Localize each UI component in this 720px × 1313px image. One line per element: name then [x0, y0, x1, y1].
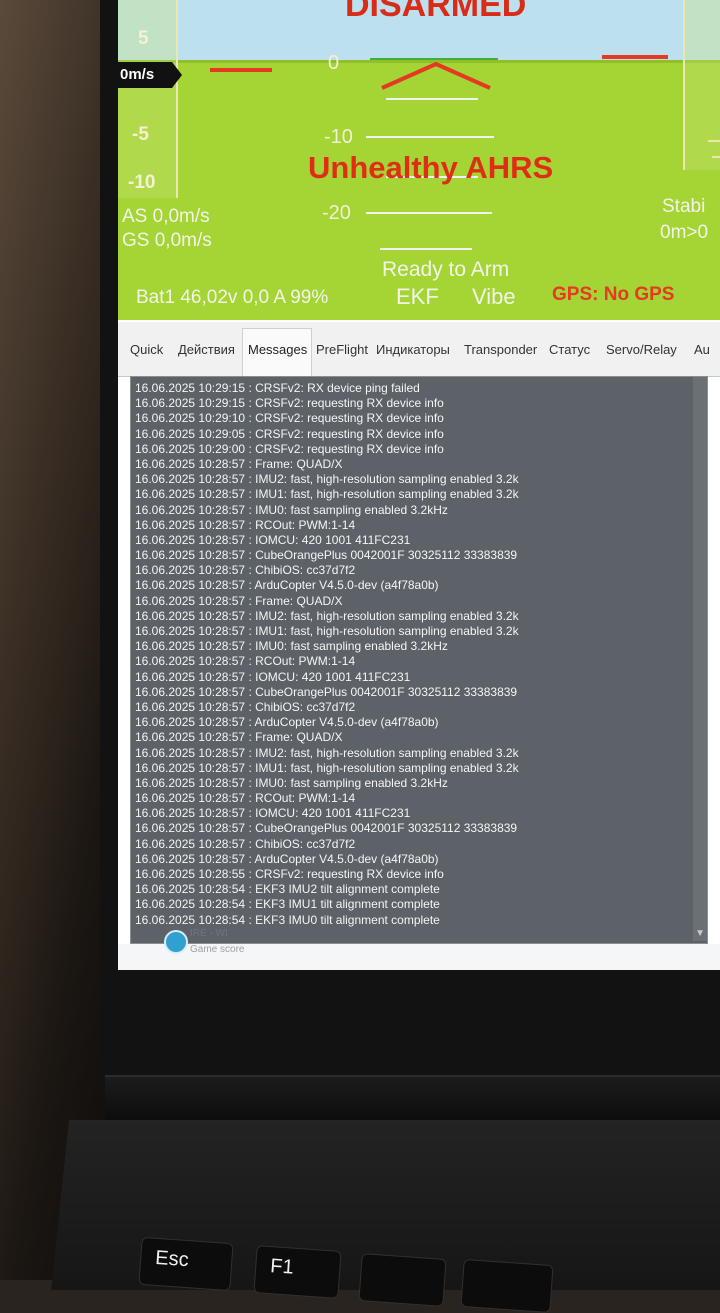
f2-key[interactable]	[358, 1253, 447, 1307]
messages-scrollbar[interactable]: ▼	[693, 377, 707, 941]
message-row: 16.06.2025 10:29:05 : CRSFv2: requesting…	[135, 426, 444, 441]
message-row: 16.06.2025 10:28:57 : IOMCU: 420 1001 41…	[135, 669, 411, 684]
message-row: 16.06.2025 10:28:57 : RCOut: PWM:1-14	[135, 654, 356, 669]
message-row: 16.06.2025 10:28:57 : IMU1: fast, high-r…	[135, 487, 519, 502]
flight-mode-text: Stabi	[662, 196, 706, 217]
message-row: 16.06.2025 10:29:15 : CRSFv2: RX device …	[135, 381, 420, 395]
aircraft-chevron-icon	[381, 61, 491, 90]
vibe-indicator[interactable]: Vibe	[472, 284, 516, 310]
message-row: 16.06.2025 10:28:57 : IMU1: fast, high-r…	[135, 760, 519, 775]
message-row: 16.06.2025 10:28:57 : ArduCopter V4.5.0-…	[135, 578, 439, 593]
f3-key[interactable]	[460, 1258, 554, 1313]
altitude-tape	[683, 0, 720, 170]
message-row: 16.06.2025 10:28:57 : Frame: QUAD/X	[135, 730, 343, 745]
pitch-line	[380, 248, 472, 250]
pitch-label: -10	[324, 126, 353, 148]
speed-tick-label: 5	[138, 28, 149, 49]
message-row: 16.06.2025 10:28:57 : Frame: QUAD/X	[135, 456, 343, 471]
message-row: 16.06.2025 10:28:57 : IMU0: fast samplin…	[135, 502, 448, 517]
ahrs-warning: Unhealthy AHRS	[308, 150, 554, 185]
weather-app-icon[interactable]	[164, 930, 188, 954]
message-row: 16.06.2025 10:29:00 : CRSFv2: requesting…	[135, 441, 444, 456]
message-row: 16.06.2025 10:28:55 : CRSFv2: requesting…	[135, 867, 444, 881]
level-marker-left	[210, 68, 272, 72]
messages-list: 16.06.2025 10:29:15 : CRSFv2: RX device …	[135, 381, 690, 928]
speed-tape: 5 -5 -10	[118, 0, 178, 198]
notification-subtitle: Game score	[190, 944, 245, 955]
armed-status: DISARMED	[345, 0, 527, 24]
level-marker-right	[602, 55, 668, 59]
scroll-down-icon[interactable]: ▼	[695, 928, 705, 939]
tab-aux[interactable]: Au	[694, 342, 710, 357]
message-row: 16.06.2025 10:28:57 : ChibiOS: cc37d7f2	[135, 563, 356, 578]
message-row: 16.06.2025 10:28:57 : ArduCopter V4.5.0-…	[135, 715, 439, 730]
message-row: 16.06.2025 10:29:15 : CRSFv2: requesting…	[135, 396, 444, 411]
message-row: 16.06.2025 10:28:57 : ChibiOS: cc37d7f2	[135, 836, 356, 851]
message-row: 16.06.2025 10:28:57 : IMU2: fast, high-r…	[135, 608, 519, 623]
tab-actions[interactable]: Действия	[178, 342, 235, 357]
tab-bar: Quick Действия Messages PreFlight Индика…	[118, 322, 720, 377]
tab-transponder[interactable]: Transponder	[464, 342, 537, 357]
tab-servo-relay[interactable]: Servo/Relay	[606, 342, 677, 357]
tab-preflight[interactable]: PreFlight	[316, 342, 368, 357]
tab-quick[interactable]: Quick	[130, 342, 163, 357]
message-row: 16.06.2025 10:28:57 : CubeOrangePlus 004…	[135, 684, 518, 699]
message-row: 16.06.2025 10:28:57 : IMU0: fast samplin…	[135, 639, 448, 654]
laptop-screen: 5 -5 -10 0m/s DISARMED 0 -10 Unhealthy A…	[118, 0, 720, 970]
tab-indicators[interactable]: Индикаторы	[376, 342, 450, 357]
message-row: 16.06.2025 10:28:57 : ChibiOS: cc37d7f2	[135, 699, 356, 714]
message-row: 16.06.2025 10:28:57 : IOMCU: 420 1001 41…	[135, 532, 411, 547]
ekf-indicator[interactable]: EKF	[396, 284, 439, 310]
message-row: 16.06.2025 10:28:57 : IMU1: fast, high-r…	[135, 624, 519, 638]
message-row: 16.06.2025 10:28:57 : IMU2: fast, high-r…	[135, 745, 519, 760]
message-row: 16.06.2025 10:28:57 : IOMCU: 420 1001 41…	[135, 806, 411, 821]
message-row: 16.06.2025 10:28:57 : ArduCopter V4.5.0-…	[135, 851, 439, 866]
pitch-line	[366, 136, 494, 138]
airspeed-text: AS 0,0m/s	[122, 206, 210, 227]
pitch-label: -20	[322, 202, 351, 224]
esc-key[interactable]: Esc	[138, 1236, 234, 1292]
speed-tick-label: -5	[132, 124, 149, 145]
message-row: 16.06.2025 10:28:57 : RCOut: PWM:1-14	[135, 517, 356, 532]
ready-to-arm-text: Ready to Arm	[382, 258, 510, 281]
message-row: 16.06.2025 10:28:54 : EKF3 IMU1 tilt ali…	[135, 897, 440, 912]
speed-readout: 0m/s	[118, 62, 182, 88]
messages-log[interactable]: 16.06.2025 10:29:15 : CRSFv2: RX device …	[130, 376, 708, 944]
tab-messages[interactable]: Messages	[248, 342, 307, 357]
flight-hud: 5 -5 -10 0m/s DISARMED 0 -10 Unhealthy A…	[118, 0, 720, 320]
battery-text: Bat1 46,02v 0,0 A 99%	[136, 287, 329, 308]
message-row: 16.06.2025 10:28:54 : EKF3 IMU0 tilt ali…	[135, 912, 440, 927]
vertical-speed-text: 0m>0	[660, 222, 709, 243]
message-row: 16.06.2025 10:28:57 : CubeOrangePlus 004…	[135, 821, 518, 836]
pitch-label: 0	[328, 52, 340, 74]
pitch-line	[386, 98, 478, 100]
tab-status[interactable]: Статус	[549, 342, 590, 357]
message-row: 16.06.2025 10:28:57 : IMU0: fast samplin…	[135, 775, 448, 790]
message-row: 16.06.2025 10:28:57 : CubeOrangePlus 004…	[135, 548, 518, 563]
message-row: 16.06.2025 10:28:57 : RCOut: PWM:1-14	[135, 791, 356, 806]
notification-title[interactable]: IRE - WI	[190, 928, 228, 939]
message-row: 16.06.2025 10:28:57 : Frame: QUAD/X	[135, 593, 343, 608]
message-row: 16.06.2025 10:29:10 : CRSFv2: requesting…	[135, 411, 444, 426]
pitch-line	[366, 212, 492, 214]
groundspeed-text: GS 0,0m/s	[122, 230, 212, 251]
message-row: 16.06.2025 10:28:57 : IMU2: fast, high-r…	[135, 472, 519, 487]
f1-key[interactable]: F1	[253, 1245, 342, 1299]
gps-status: GPS: No GPS	[552, 284, 675, 305]
speed-tick-label: -10	[128, 172, 156, 193]
message-row: 16.06.2025 10:28:54 : EKF3 IMU2 tilt ali…	[135, 882, 440, 897]
